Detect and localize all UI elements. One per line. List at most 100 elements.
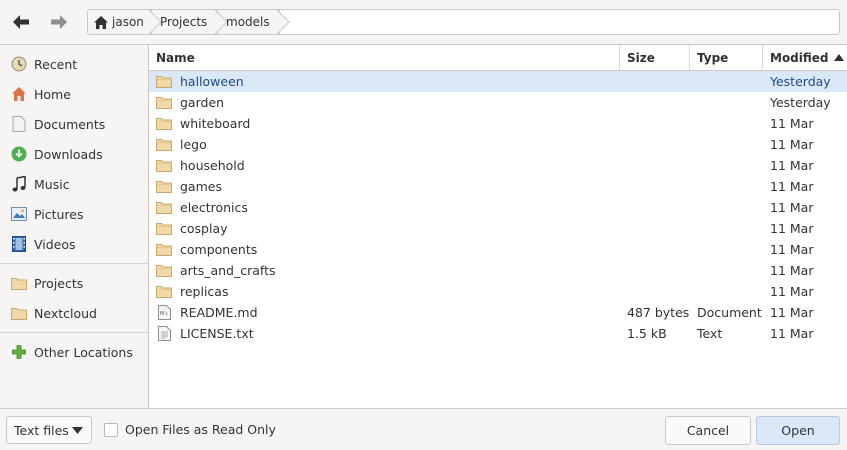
sidebar-item-label: Pictures bbox=[34, 206, 84, 222]
sidebar-item-label: Recent bbox=[34, 56, 78, 72]
breadcrumb-projects[interactable]: Projects bbox=[152, 10, 228, 34]
cancel-button-label: Cancel bbox=[686, 423, 730, 438]
file-row[interactable]: household 11 Mar bbox=[149, 155, 847, 176]
file-row[interactable]: arts_and_crafts 11 Mar bbox=[149, 260, 847, 281]
sidebar-item-recent[interactable]: Recent bbox=[0, 49, 148, 79]
folder-icon bbox=[156, 197, 172, 218]
music-note-icon bbox=[11, 176, 27, 192]
file-modified: Yesterday bbox=[770, 74, 831, 89]
file-name: halloween bbox=[180, 74, 244, 89]
open-button-label: Open bbox=[781, 423, 815, 438]
file-name: cosplay bbox=[180, 221, 228, 236]
file-row[interactable]: whiteboard 11 Mar bbox=[149, 113, 847, 134]
file-row[interactable]: M↓ README.md 487 bytes Document 11 Mar bbox=[149, 302, 847, 323]
file-modified: 11 Mar bbox=[770, 263, 814, 278]
file-type: Text bbox=[697, 326, 723, 341]
sidebar-separator bbox=[0, 332, 148, 333]
svg-text:M↓: M↓ bbox=[160, 311, 169, 317]
sidebar-item-videos[interactable]: Videos bbox=[0, 229, 148, 259]
sidebar-item-label: Videos bbox=[34, 236, 76, 252]
file-row[interactable]: garden Yesterday bbox=[149, 92, 847, 113]
column-header-row: Name Size Type Modified bbox=[149, 45, 847, 71]
document-icon bbox=[11, 116, 27, 132]
folder-icon bbox=[156, 260, 172, 281]
file-name: components bbox=[180, 242, 258, 257]
file-name: garden bbox=[180, 95, 225, 110]
column-header-name[interactable]: Name bbox=[149, 45, 620, 70]
home-icon bbox=[94, 15, 108, 29]
sidebar-item-nextcloud[interactable]: Nextcloud bbox=[0, 298, 148, 328]
folder-icon bbox=[156, 92, 172, 113]
sidebar-item-label: Downloads bbox=[34, 146, 103, 162]
column-header-modified[interactable]: Modified bbox=[763, 45, 847, 70]
file-modified: 11 Mar bbox=[770, 116, 814, 131]
file-row[interactable]: electronics 11 Mar bbox=[149, 197, 847, 218]
file-name: electronics bbox=[180, 200, 248, 215]
file-row[interactable]: cosplay 11 Mar bbox=[149, 218, 847, 239]
sidebar-item-home[interactable]: Home bbox=[0, 79, 148, 109]
folder-icon bbox=[156, 239, 172, 260]
path-bar: jason Projects models bbox=[87, 9, 840, 35]
column-header-label: Modified bbox=[770, 50, 829, 65]
file-list: Name Size Type Modified halloween Yesterd… bbox=[149, 44, 847, 408]
file-row[interactable]: replicas 11 Mar bbox=[149, 281, 847, 302]
download-icon bbox=[11, 146, 27, 162]
forward-button[interactable] bbox=[44, 8, 74, 36]
folder-icon bbox=[156, 71, 172, 92]
file-name: README.md bbox=[180, 305, 258, 320]
file-modified: 11 Mar bbox=[770, 221, 814, 236]
file-name: lego bbox=[180, 137, 207, 152]
file-name: replicas bbox=[180, 284, 229, 299]
file-modified: 11 Mar bbox=[770, 200, 814, 215]
column-header-label: Name bbox=[156, 50, 195, 65]
read-only-checkbox[interactable] bbox=[104, 423, 118, 437]
file-modified: 11 Mar bbox=[770, 305, 814, 320]
folder-icon bbox=[156, 113, 172, 134]
sidebar-item-label: Other Locations bbox=[34, 344, 133, 360]
column-header-type[interactable]: Type bbox=[690, 45, 763, 70]
folder-icon bbox=[156, 134, 172, 155]
file-modified: 11 Mar bbox=[770, 242, 814, 257]
file-row[interactable]: halloween Yesterday bbox=[149, 71, 847, 92]
file-row[interactable]: games 11 Mar bbox=[149, 176, 847, 197]
sidebar-item-documents[interactable]: Documents bbox=[0, 109, 148, 139]
arrow-left-icon bbox=[13, 15, 29, 29]
dialog-action-bar: Text files Open Files as Read Only Cance… bbox=[0, 408, 847, 450]
sidebar-item-music[interactable]: Music bbox=[0, 169, 148, 199]
sidebar-item-projects[interactable]: Projects bbox=[0, 268, 148, 298]
sidebar-item-other-locations[interactable]: Other Locations bbox=[0, 337, 148, 367]
file-modified: 11 Mar bbox=[770, 326, 814, 341]
sidebar-item-label: Home bbox=[34, 86, 71, 102]
file-row[interactable]: lego 11 Mar bbox=[149, 134, 847, 155]
breadcrumb-label: models bbox=[226, 15, 270, 29]
breadcrumb-label: jason bbox=[112, 15, 144, 29]
folder-icon bbox=[156, 176, 172, 197]
sidebar-item-downloads[interactable]: Downloads bbox=[0, 139, 148, 169]
column-header-label: Type bbox=[697, 50, 729, 65]
sidebar-item-label: Nextcloud bbox=[34, 305, 97, 321]
folder-icon bbox=[11, 275, 27, 291]
breadcrumb-home[interactable]: jason bbox=[88, 10, 162, 34]
file-size: 1.5 kB bbox=[627, 326, 667, 341]
open-button[interactable]: Open bbox=[756, 416, 840, 445]
file-row[interactable]: components 11 Mar bbox=[149, 239, 847, 260]
file-type: Document bbox=[697, 305, 762, 320]
markdown-file-icon: M↓ bbox=[156, 302, 172, 323]
breadcrumb-models[interactable]: models bbox=[218, 10, 290, 34]
folder-icon bbox=[156, 218, 172, 239]
cancel-button[interactable]: Cancel bbox=[665, 416, 751, 445]
file-row[interactable]: LICENSE.txt 1.5 kB Text 11 Mar bbox=[149, 323, 847, 344]
folder-icon bbox=[11, 305, 27, 321]
column-header-size[interactable]: Size bbox=[620, 45, 690, 70]
column-header-label: Size bbox=[627, 50, 655, 65]
sidebar-item-label: Music bbox=[34, 176, 70, 192]
file-name: arts_and_crafts bbox=[180, 263, 276, 278]
file-modified: 11 Mar bbox=[770, 179, 814, 194]
arrow-right-icon bbox=[51, 15, 67, 29]
breadcrumb-label: Projects bbox=[160, 15, 208, 29]
back-button[interactable] bbox=[6, 8, 36, 36]
file-type-filter-select[interactable]: Text files bbox=[6, 416, 92, 444]
sidebar-item-pictures[interactable]: Pictures bbox=[0, 199, 148, 229]
file-modified: 11 Mar bbox=[770, 158, 814, 173]
plus-icon bbox=[11, 344, 27, 360]
